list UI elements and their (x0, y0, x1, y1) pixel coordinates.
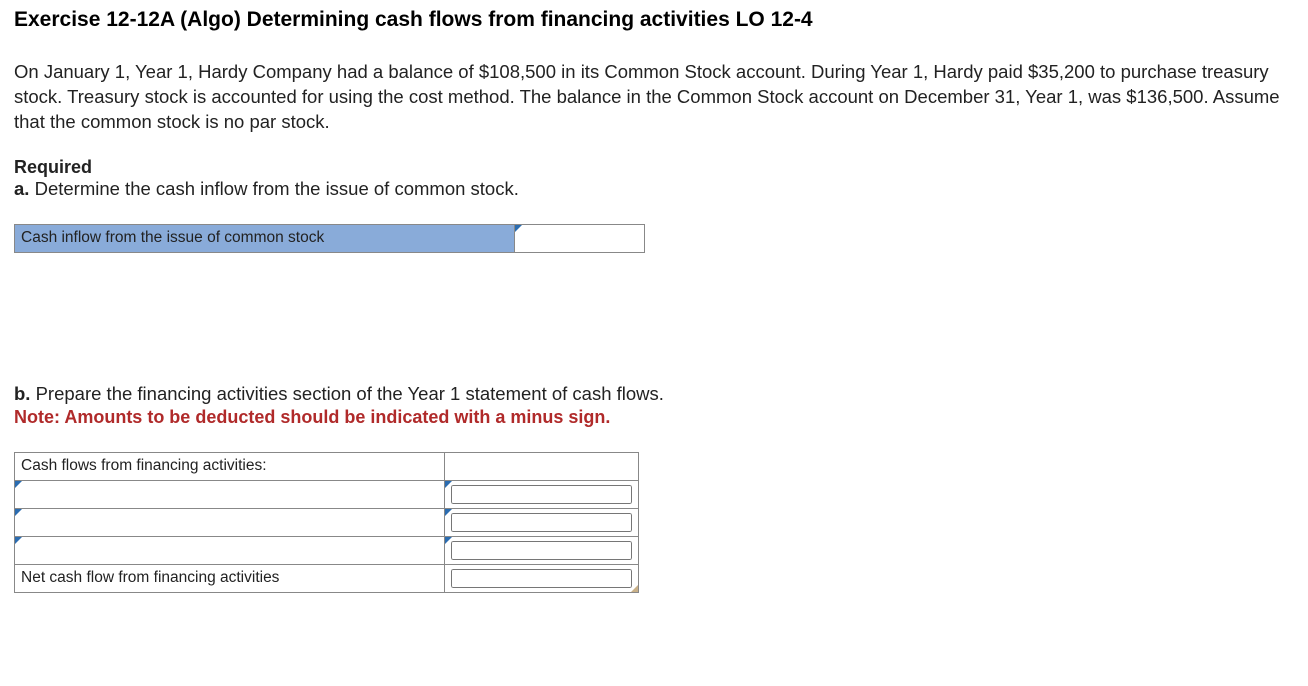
problem-statement: On January 1, Year 1, Hardy Company had … (14, 60, 1294, 135)
part-b-table: Cash flows from financing activities: Ne… (14, 452, 639, 593)
part-b-footer-value[interactable] (445, 564, 639, 592)
part-a-prompt: a. Determine the cash inflow from the is… (14, 178, 1294, 200)
part-b-row3-value[interactable] (445, 536, 639, 564)
part-b-row2-value-input[interactable] (451, 513, 632, 532)
part-b-row2-value[interactable] (445, 508, 639, 536)
part-b-row1-value-input[interactable] (451, 485, 632, 504)
part-a-input[interactable] (521, 228, 638, 249)
part-b-row1-value[interactable] (445, 480, 639, 508)
part-b-footer-label: Net cash flow from financing activities (15, 564, 445, 592)
part-b-row2-label[interactable] (15, 508, 445, 536)
part-a-letter: a. (14, 178, 29, 199)
part-b-row2-label-input[interactable] (21, 512, 438, 533)
part-b-row1-label-input[interactable] (21, 484, 438, 505)
required-heading: Required (14, 157, 1294, 178)
part-b-footer-input[interactable] (451, 569, 632, 588)
part-a-row-label: Cash inflow from the issue of common sto… (15, 224, 515, 252)
part-b-row3-label[interactable] (15, 536, 445, 564)
part-a-text: Determine the cash inflow from the issue… (29, 178, 518, 199)
part-b-note: Note: Amounts to be deducted should be i… (14, 407, 1294, 428)
part-b-header-empty (445, 452, 639, 480)
part-b-letter: b. (14, 383, 30, 404)
part-b-row3-value-input[interactable] (451, 541, 632, 560)
exercise-title: Exercise 12-12A (Algo) Determining cash … (14, 8, 1294, 32)
part-a-input-cell[interactable] (515, 224, 645, 252)
part-b-text: Prepare the financing activities section… (30, 383, 663, 404)
part-b-row3-label-input[interactable] (21, 540, 438, 561)
part-b-prompt: b. Prepare the financing activities sect… (14, 383, 1294, 405)
part-b-row1-label[interactable] (15, 480, 445, 508)
part-a-table: Cash inflow from the issue of common sto… (14, 224, 645, 253)
part-b-header-label: Cash flows from financing activities: (15, 452, 445, 480)
